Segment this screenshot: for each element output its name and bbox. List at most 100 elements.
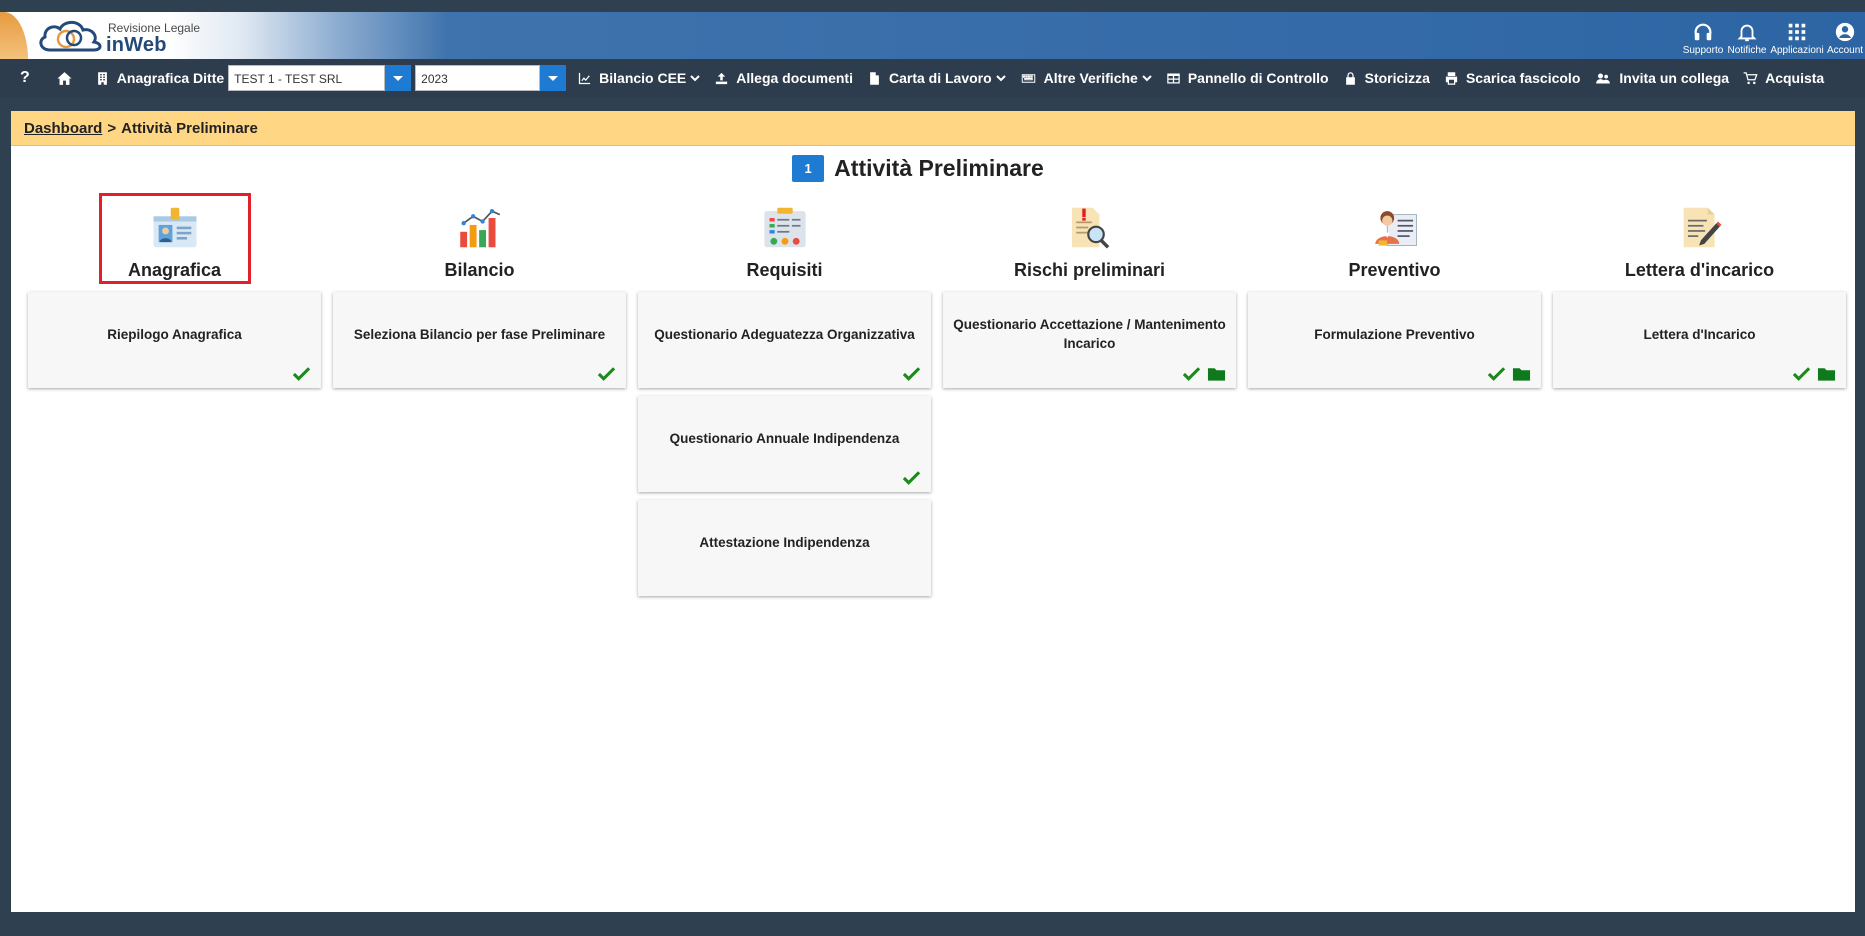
keyboard-icon (1021, 73, 1035, 83)
scarica-fascicolo-button[interactable]: Scarica fascicolo (1437, 59, 1587, 97)
task-card-status (597, 366, 616, 382)
task-card-questionario-accettazione[interactable]: Questionario Accettazione / Mantenimento… (943, 292, 1236, 388)
caret-down-icon (393, 76, 404, 81)
caret-down-icon (548, 76, 559, 81)
logo-arc-decoration (0, 12, 28, 59)
breadcrumb-dashboard-link[interactable]: Dashboard (24, 120, 102, 137)
checklist-icon (763, 207, 806, 248)
section-title: Attività Preliminare (834, 154, 1044, 181)
task-card-title: Questionario Accettazione / Mantenimento… (953, 317, 1226, 351)
notifications-button[interactable]: Notifiche (1725, 12, 1769, 59)
notifications-label: Notifiche (1727, 45, 1767, 56)
task-card-seleziona-bilancio[interactable]: Seleziona Bilancio per fase Preliminare (333, 292, 626, 388)
users-icon (1596, 73, 1611, 83)
user-circle-icon (1835, 22, 1855, 42)
task-card-title: Questionario Adeguatezza Organizzativa (654, 326, 915, 342)
main-toolbar: ? Anagrafica Ditte TEST 1 - TEST SRL 202… (0, 59, 1865, 97)
applications-button[interactable]: Applicazioni (1769, 12, 1825, 59)
help-label: ? (20, 69, 30, 86)
year-select[interactable]: 2023 (415, 65, 567, 91)
help-button[interactable]: ? (0, 59, 46, 97)
home-button[interactable] (46, 59, 89, 97)
checkmark-icon (902, 471, 921, 485)
task-card-status (1792, 366, 1836, 382)
task-card-lettera-incarico[interactable]: Lettera d'Incarico (1553, 292, 1846, 388)
task-card-title: Lettera d'Incarico (1643, 326, 1756, 342)
category-preventivo[interactable]: Preventivo (1319, 193, 1471, 284)
company-select[interactable]: TEST 1 - TEST SRL (228, 65, 412, 91)
cart-icon (1743, 71, 1758, 84)
checkmark-icon (1792, 367, 1811, 381)
app-logo[interactable]: Revisione Legale inWeb (0, 12, 220, 59)
category-name: Rischi preliminari (1013, 260, 1166, 280)
task-card-status (1487, 366, 1531, 382)
carta-di-lavoro-menu[interactable]: Carta di Lavoro (860, 59, 1013, 97)
year-select-value: 2023 (415, 65, 541, 91)
invita-un-collega-label: Invita un collega (1619, 70, 1730, 86)
task-card-riepilogo-anagrafica[interactable]: Riepilogo Anagrafica (28, 292, 321, 388)
category-name: Bilancio (444, 260, 515, 280)
invita-un-collega-button[interactable]: Invita un collega (1587, 59, 1736, 97)
brand-subtitle: Revisione Legale (108, 21, 201, 35)
brand-name: inWeb (106, 34, 167, 56)
column-lettera-incarico: Lettera d'incarico Lettera d'Incarico (1547, 193, 1852, 596)
id-card-icon (153, 207, 196, 248)
section-header: 1 Attività Preliminare (11, 151, 1855, 185)
category-lettera-incarico[interactable]: Lettera d'incarico (1624, 193, 1776, 284)
category-name: Lettera d'incarico (1624, 260, 1775, 280)
support-button[interactable]: Supporto (1681, 12, 1725, 59)
task-card-questionario-adeguatezza[interactable]: Questionario Adeguatezza Organizzativa (638, 292, 931, 388)
category-requisiti[interactable]: Requisiti (709, 193, 861, 284)
company-select-dropdown[interactable] (385, 65, 412, 91)
category-bilancio[interactable]: Bilancio (404, 193, 556, 284)
app-header: Revisione Legale inWeb Supporto Notifich… (0, 12, 1865, 59)
storicizza-label: Storicizza (1364, 70, 1430, 86)
upload-icon (716, 72, 728, 84)
checkmark-icon (1182, 367, 1201, 381)
bilancio-cee-label: Bilancio CEE (599, 70, 687, 86)
altre-verifiche-menu[interactable]: Altre Verifiche (1013, 59, 1159, 97)
acquista-label: Acquista (1765, 70, 1825, 86)
line-chart-icon (579, 72, 591, 84)
acquista-button[interactable]: Acquista (1736, 59, 1831, 97)
bell-icon (1737, 24, 1757, 42)
anagrafica-ditte-button[interactable]: Anagrafica Ditte (89, 59, 228, 97)
folder-icon[interactable] (1512, 366, 1531, 382)
scarica-fascicolo-label: Scarica fascicolo (1465, 70, 1581, 86)
category-name: Preventivo (1348, 260, 1441, 280)
category-anagrafica[interactable]: Anagrafica (98, 193, 251, 284)
task-card-questionario-indipendenza[interactable]: Questionario Annuale Indipendenza (638, 396, 931, 492)
category-rischi-preliminari[interactable]: Rischi preliminari (1014, 193, 1166, 284)
folder-icon[interactable] (1817, 366, 1836, 382)
breadcrumb: Dashboard > Attività Preliminare (11, 111, 1855, 146)
pannello-di-controllo-button[interactable]: Pannello di Controllo (1159, 59, 1336, 97)
document-icon (870, 71, 879, 85)
table-icon (1167, 73, 1180, 83)
task-card-status (902, 366, 921, 382)
allega-documenti-button[interactable]: Allega documenti (707, 59, 860, 97)
task-card-status (292, 366, 311, 382)
task-card-formulazione-preventivo[interactable]: Formulazione Preventivo (1248, 292, 1541, 388)
checkmark-icon (1487, 367, 1506, 381)
grid-icon (1788, 23, 1806, 41)
column-preventivo: Preventivo Formulazione Preventivo (1242, 193, 1547, 596)
home-icon (57, 71, 72, 85)
task-card-title: Riepilogo Anagrafica (107, 326, 242, 342)
main-content: Dashboard > Attività Preliminare 1 Attiv… (11, 111, 1855, 912)
letter-pen-icon (1683, 207, 1721, 248)
task-card-title: Questionario Annuale Indipendenza (669, 430, 900, 446)
printer-icon (1445, 71, 1458, 85)
company-select-value: TEST 1 - TEST SRL (228, 65, 386, 91)
storicizza-button[interactable]: Storicizza (1336, 59, 1437, 97)
task-card-attestazione-indipendenza[interactable]: Attestazione Indipendenza (638, 500, 931, 596)
category-columns: Anagrafica Riepilogo Anagrafica Bilancio… (22, 193, 1852, 596)
folder-icon[interactable] (1207, 366, 1226, 382)
bilancio-cee-menu[interactable]: Bilancio CEE (570, 59, 707, 97)
checkmark-icon (292, 367, 311, 381)
cloud-logo-icon (39, 20, 102, 52)
lock-icon (1345, 71, 1355, 85)
applications-label: Applicazioni (1770, 45, 1824, 56)
year-select-dropdown[interactable] (540, 65, 567, 91)
account-button[interactable]: Account (1825, 12, 1865, 59)
task-card-title: Attestazione Indipendenza (699, 534, 870, 550)
